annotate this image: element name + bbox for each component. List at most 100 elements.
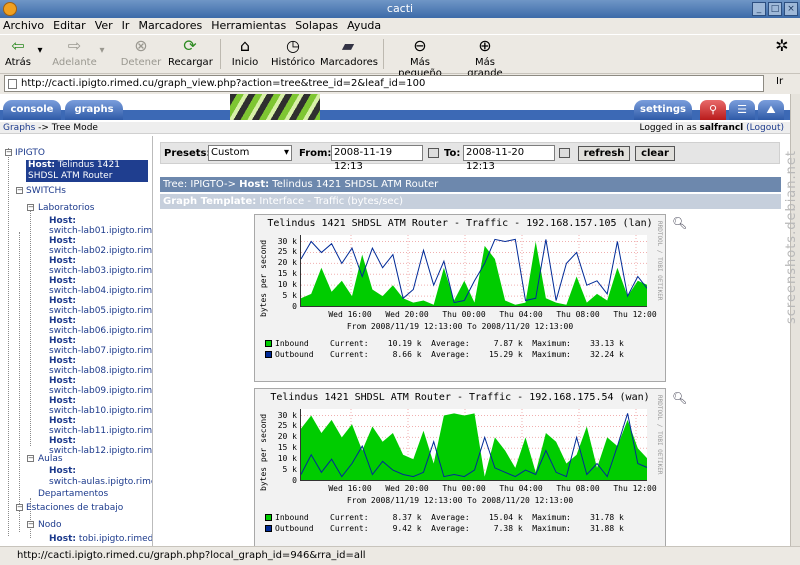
tree-host-label[interactable]: Host: [49, 396, 76, 406]
tree-node-aulas-host[interactable]: switch-aulas.ipigto.rimed.cu [49, 477, 152, 487]
back-button[interactable]: ⇦ Atrás [3, 36, 33, 69]
list-view-icon[interactable]: ☰ [729, 100, 755, 120]
presets-select[interactable]: Custom ▾ [208, 145, 292, 161]
forward-history-dropdown[interactable]: ▾ [98, 45, 106, 56]
home-button[interactable]: ⌂ Inicio [228, 37, 262, 69]
menu-ayuda[interactable]: Ayuda [347, 18, 381, 33]
collapse-icon[interactable]: − [5, 149, 12, 156]
tree-node-lab-host[interactable]: switch-lab02.ipigto.rimed.cu [49, 246, 152, 256]
tree-node-lab-host[interactable]: switch-lab10.ipigto.rimed.cu [49, 406, 152, 416]
tree-host-label[interactable]: Host: [49, 256, 76, 266]
pin-icon[interactable]: ⚲ [700, 100, 726, 120]
username: salfrancl [699, 123, 744, 133]
tree-host-label[interactable]: Host: [49, 336, 76, 346]
logout-link[interactable]: (Logout) [746, 123, 784, 133]
tree-node-ipigto[interactable]: IPIGTO [15, 148, 45, 158]
tree-host-label[interactable]: Host: [49, 296, 76, 306]
tree-node-selected-host[interactable]: Host: Telindus 1421 SHDSL ATM Router [26, 160, 148, 182]
calendar-icon[interactable] [559, 148, 570, 158]
zoom-out-button[interactable]: ⊖ Más pequeño [388, 37, 452, 80]
clear-button[interactable]: clear [635, 146, 675, 161]
url-input[interactable]: http://cacti.ipigto.rimed.cu/graph_view.… [4, 75, 764, 92]
tree-header: Tree: IPIGTO-> Host: Telindus 1421 SHDSL… [160, 177, 781, 192]
tree-line [8, 148, 9, 536]
tree-node-lab-host[interactable]: switch-lab12.ipigto.rimed.cu [49, 446, 152, 456]
tree-host-label[interactable]: Host: [49, 376, 76, 386]
status-bar: http://cacti.ipigto.rimed.cu/graph.php?l… [0, 546, 800, 565]
tree-host-label[interactable]: Host: [49, 236, 76, 246]
legend-stats: Current: 8.66 k Average: 15.29 k Maximum… [330, 350, 624, 359]
window-menu-icon[interactable] [3, 2, 17, 16]
tree-node-aulas[interactable]: Aulas [38, 454, 63, 464]
collapse-icon[interactable]: − [16, 187, 23, 194]
y-tick-label: 0 [292, 302, 297, 311]
tree-node-lab-host[interactable]: switch-lab06.ipigto.rimed.cu [49, 326, 152, 336]
tree-node-lab-host[interactable]: switch-lab05.ipigto.rimed.cu [49, 306, 152, 316]
tree-host-label[interactable]: Host: [49, 466, 76, 476]
presets-label: Presets: [164, 148, 211, 159]
tree-host-label[interactable]: Host: [49, 416, 76, 426]
collapse-icon[interactable]: − [27, 521, 34, 528]
menu-solapas[interactable]: Solapas [295, 18, 338, 33]
tree-node-switchs[interactable]: SWITCHs [26, 186, 66, 196]
tab-graphs[interactable]: graphs [65, 100, 123, 120]
breadcrumb-graphs-link[interactable]: Graphs [3, 123, 35, 133]
menu-ver[interactable]: Ver [95, 18, 113, 33]
minimize-button[interactable]: _ [752, 2, 766, 16]
collapse-icon[interactable]: − [27, 204, 34, 211]
tree-node-lab-host[interactable]: switch-lab03.ipigto.rimed.cu [49, 266, 152, 276]
tree-node-lab-host[interactable]: switch-lab08.ipigto.rimed.cu [49, 366, 152, 376]
tree-node-lab-host[interactable]: switch-lab07.ipigto.rimed.cu [49, 346, 152, 356]
reload-button[interactable]: ⟳ Recargar [168, 37, 213, 69]
breadcrumb: Graphs -> Tree Mode Logged in as salfran… [0, 122, 790, 134]
preview-mode-icon[interactable]: ⛰ [758, 100, 784, 120]
back-history-dropdown[interactable]: ▾ [36, 45, 44, 56]
maximize-button[interactable]: □ [768, 2, 782, 16]
tree-node-lab-host[interactable]: switch-lab04.ipigto.rimed.cu [49, 286, 152, 296]
history-button[interactable]: ◷ Histórico [270, 37, 316, 69]
menu-archivo[interactable]: Archivo [3, 18, 44, 33]
refresh-button[interactable]: refresh [578, 146, 630, 161]
bookmarks-button[interactable]: ▰ Marcadores [320, 37, 378, 69]
tree-host-label[interactable]: Host: [49, 356, 76, 366]
y-tick-label: 5 k [282, 465, 297, 475]
tree-node-lab-host[interactable]: switch-lab11.ipigto.rimed.cu [49, 426, 152, 436]
tree-host-label[interactable]: Host: [49, 316, 76, 326]
close-button[interactable]: × [784, 2, 798, 16]
collapse-icon[interactable]: − [27, 455, 34, 462]
to-date-input[interactable]: 2008-11-20 12:13 [463, 145, 555, 172]
tree-node-nodo[interactable]: Nodo [38, 520, 61, 530]
tab-console[interactable]: console [3, 100, 61, 120]
stop-button[interactable]: ⊗ Detener [120, 37, 162, 69]
back-arrow-icon: ⇦ [11, 36, 25, 55]
chevron-down-icon: ▾ [37, 45, 43, 56]
legend-inbound: Inbound Current: 8.37 k Average: 15.04 k … [265, 513, 624, 522]
tree-host-label[interactable]: Host: [49, 276, 76, 286]
go-button[interactable]: Ir [776, 76, 783, 87]
menu-marcadores[interactable]: Marcadores [138, 18, 202, 33]
tree-node-estaciones[interactable]: Estaciones de trabajo [26, 503, 123, 513]
tree-node-laboratorios[interactable]: Laboratorios [38, 203, 94, 213]
tree-node-lab-host[interactable]: switch-lab09.ipigto.rimed.cu [49, 386, 152, 396]
tab-settings[interactable]: settings [634, 100, 692, 120]
forward-button[interactable]: ⇨ Adelante [52, 37, 97, 69]
zoom-in-button[interactable]: ⊕ Más grande [456, 37, 514, 80]
zoom-graph-icon[interactable]: 🔍︎ [672, 391, 687, 405]
calendar-icon[interactable] [428, 148, 439, 158]
legend-series-name: Outbound [275, 524, 314, 533]
navigation-toolbar: ⇦ Atrás ▾ ⇨ Adelante ▾ ⊗ Detener ⟳ Recar… [0, 34, 800, 79]
tree-node-lab-host[interactable]: switch-lab01.ipigto.rimed.cu [49, 226, 152, 236]
tree-node-departamentos[interactable]: Departamentos [38, 489, 108, 499]
collapse-icon[interactable]: − [16, 504, 23, 511]
from-date-input[interactable]: 2008-11-19 12:13 [331, 145, 423, 172]
menu-herramientas[interactable]: Herramientas [211, 18, 286, 33]
toolbar-separator [383, 39, 384, 69]
graph-lan[interactable]: Telindus 1421 SHDSL ATM Router - Traffic… [254, 214, 666, 382]
graph-wan[interactable]: Telindus 1421 SHDSL ATM Router - Traffic… [254, 388, 666, 546]
menu-editar[interactable]: Editar [53, 18, 86, 33]
menu-ir[interactable]: Ir [122, 18, 130, 33]
tree-host-label[interactable]: Host: [49, 216, 76, 226]
tree-node-nodo-host[interactable]: Host: tobi.ipigto.rimed.cu [49, 534, 152, 544]
zoom-graph-icon[interactable]: 🔍︎ [672, 216, 687, 230]
tree-host-label[interactable]: Host: [49, 436, 76, 446]
